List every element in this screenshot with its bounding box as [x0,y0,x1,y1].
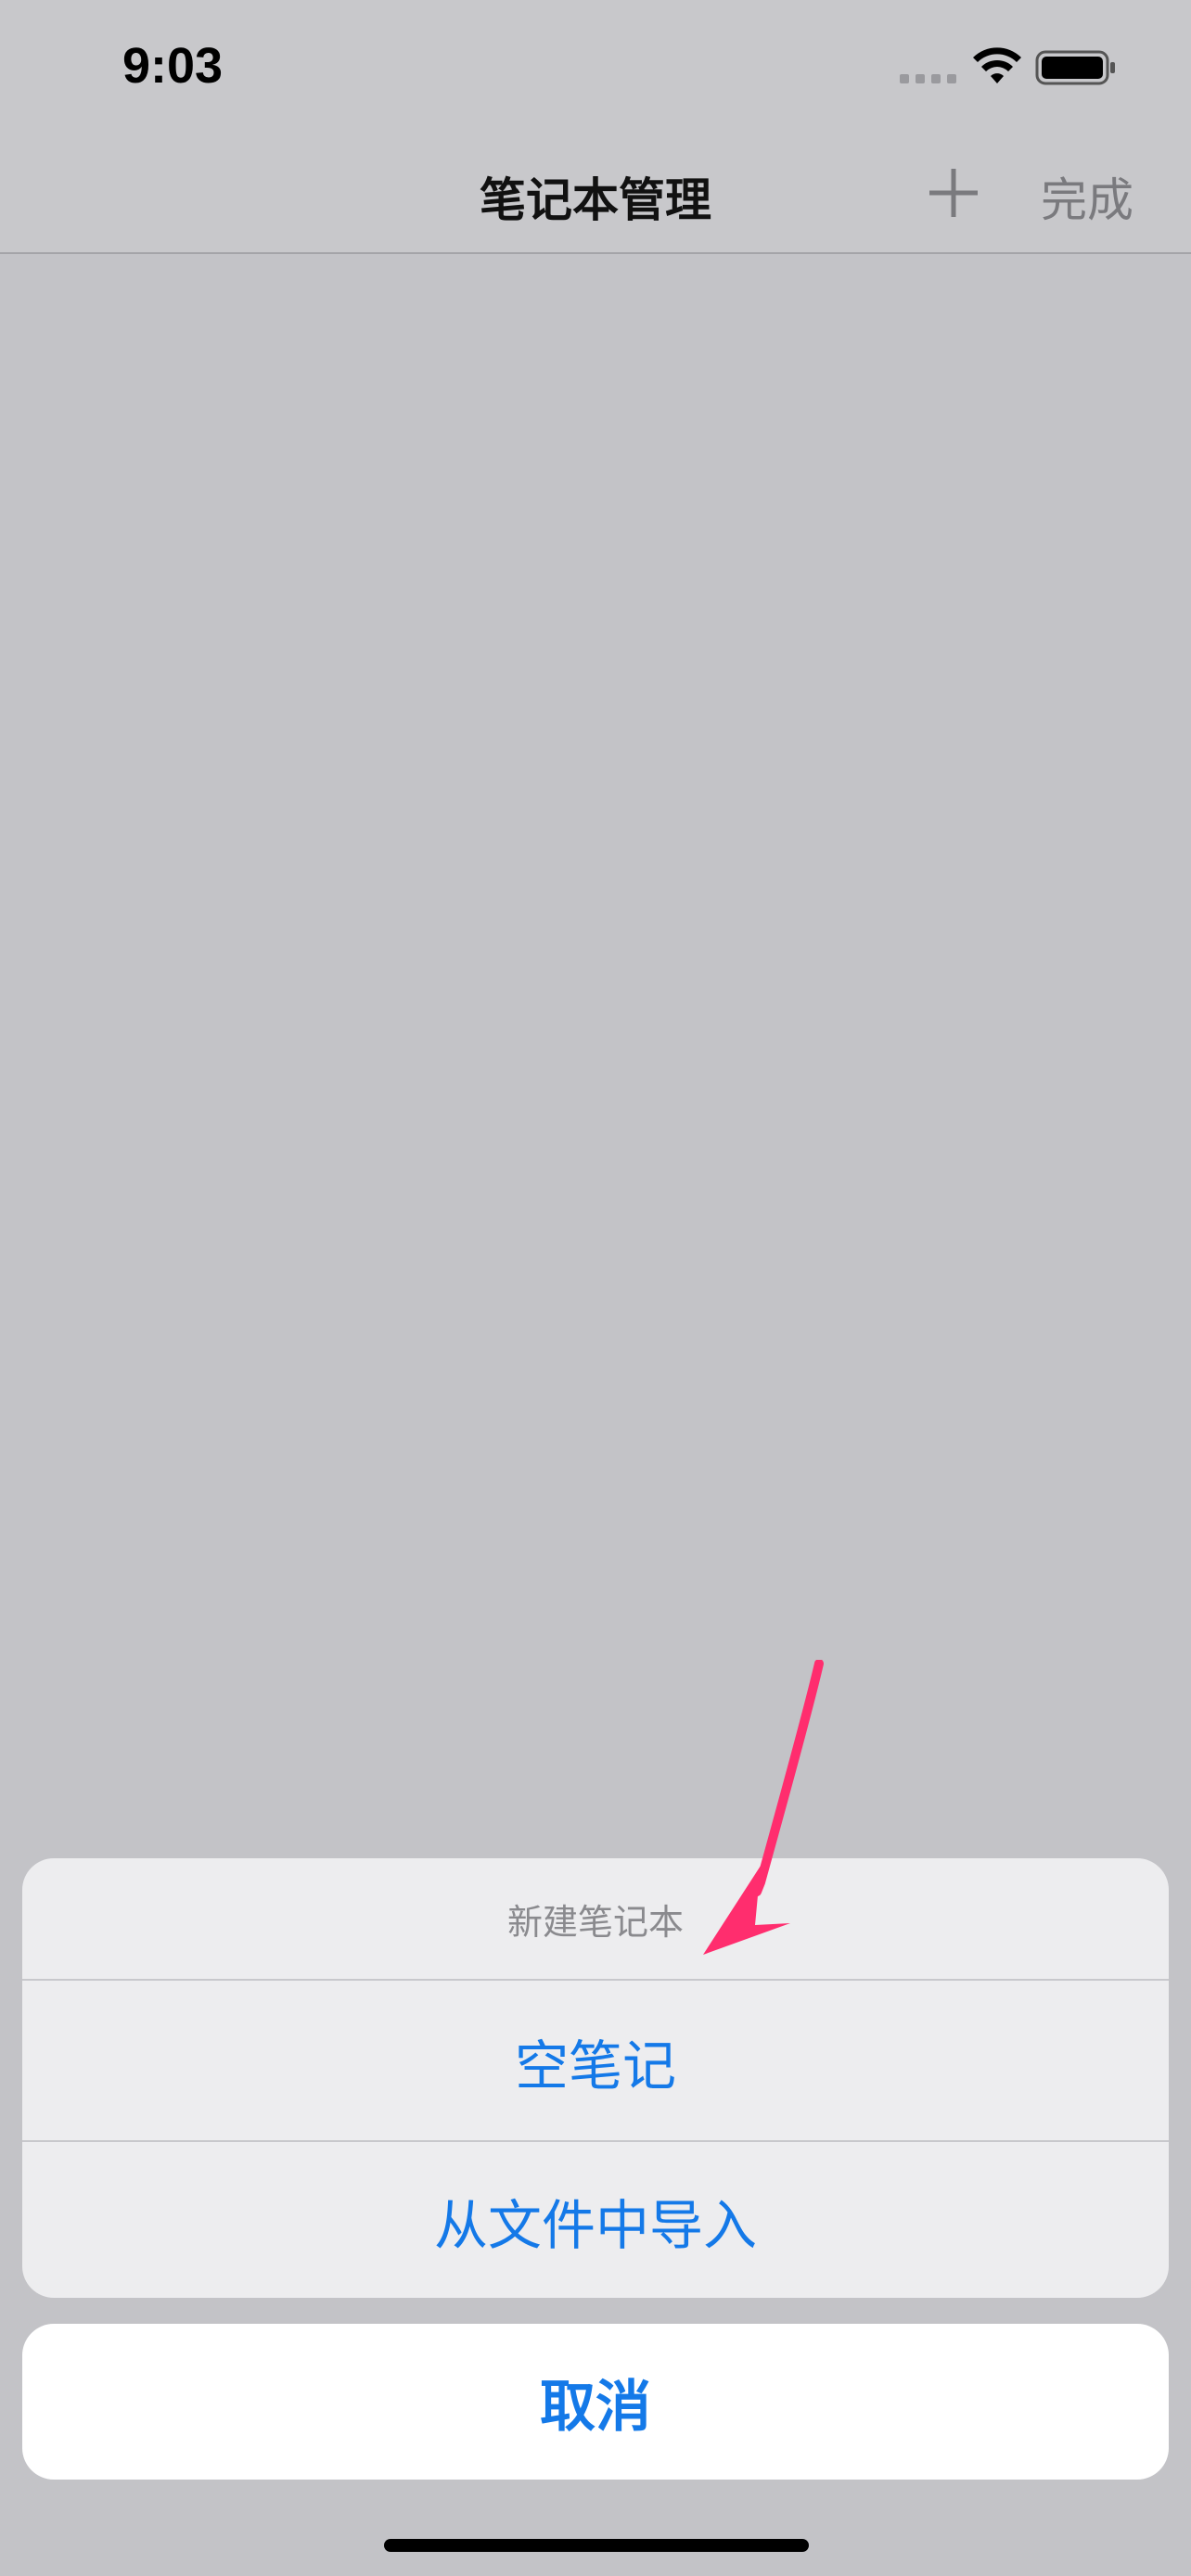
action-sheet: 新建笔记本 空笔记 从文件中导入 [22,1858,1169,2298]
status-time: 9:03 [122,38,224,94]
navigation-bar: 笔记本管理 完成 [0,139,1191,254]
plus-icon[interactable] [926,165,981,221]
done-button[interactable]: 完成 [1041,163,1133,230]
battery-icon [1035,50,1115,85]
wifi-icon [973,47,1021,83]
cancel-button[interactable]: 取消 [22,2324,1169,2480]
action-sheet-title: 新建笔记本 [22,1858,1169,1981]
import-from-file-option[interactable]: 从文件中导入 [22,2142,1169,2298]
status-bar: 9:03 [0,0,1191,139]
home-indicator [384,2539,809,2552]
signal-icon [900,74,956,83]
annotation-arrow-icon [703,1660,824,1955]
page-title: 笔记本管理 [480,173,711,227]
empty-notebook-option[interactable]: 空笔记 [22,1983,1169,2142]
